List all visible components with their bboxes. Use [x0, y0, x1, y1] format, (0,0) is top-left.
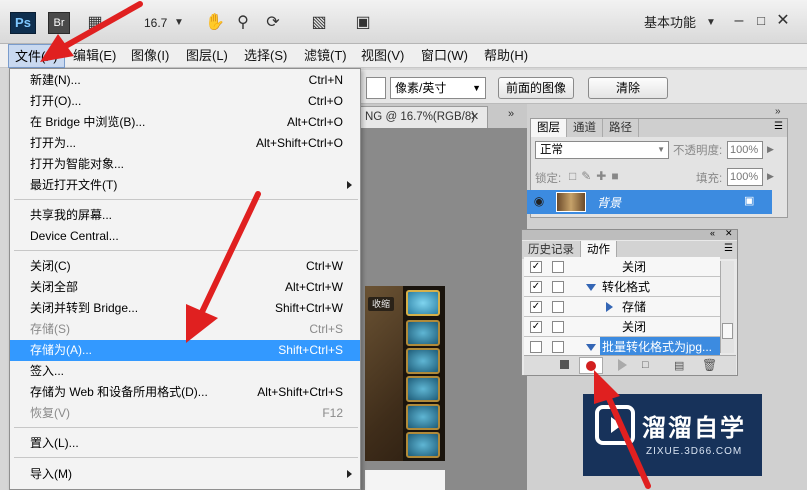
arrow-to-save-as — [186, 191, 261, 343]
annotation-arrows — [40, 1, 651, 489]
arrow-to-file-menu — [40, 1, 143, 62]
arrow-to-record-button — [594, 370, 651, 489]
